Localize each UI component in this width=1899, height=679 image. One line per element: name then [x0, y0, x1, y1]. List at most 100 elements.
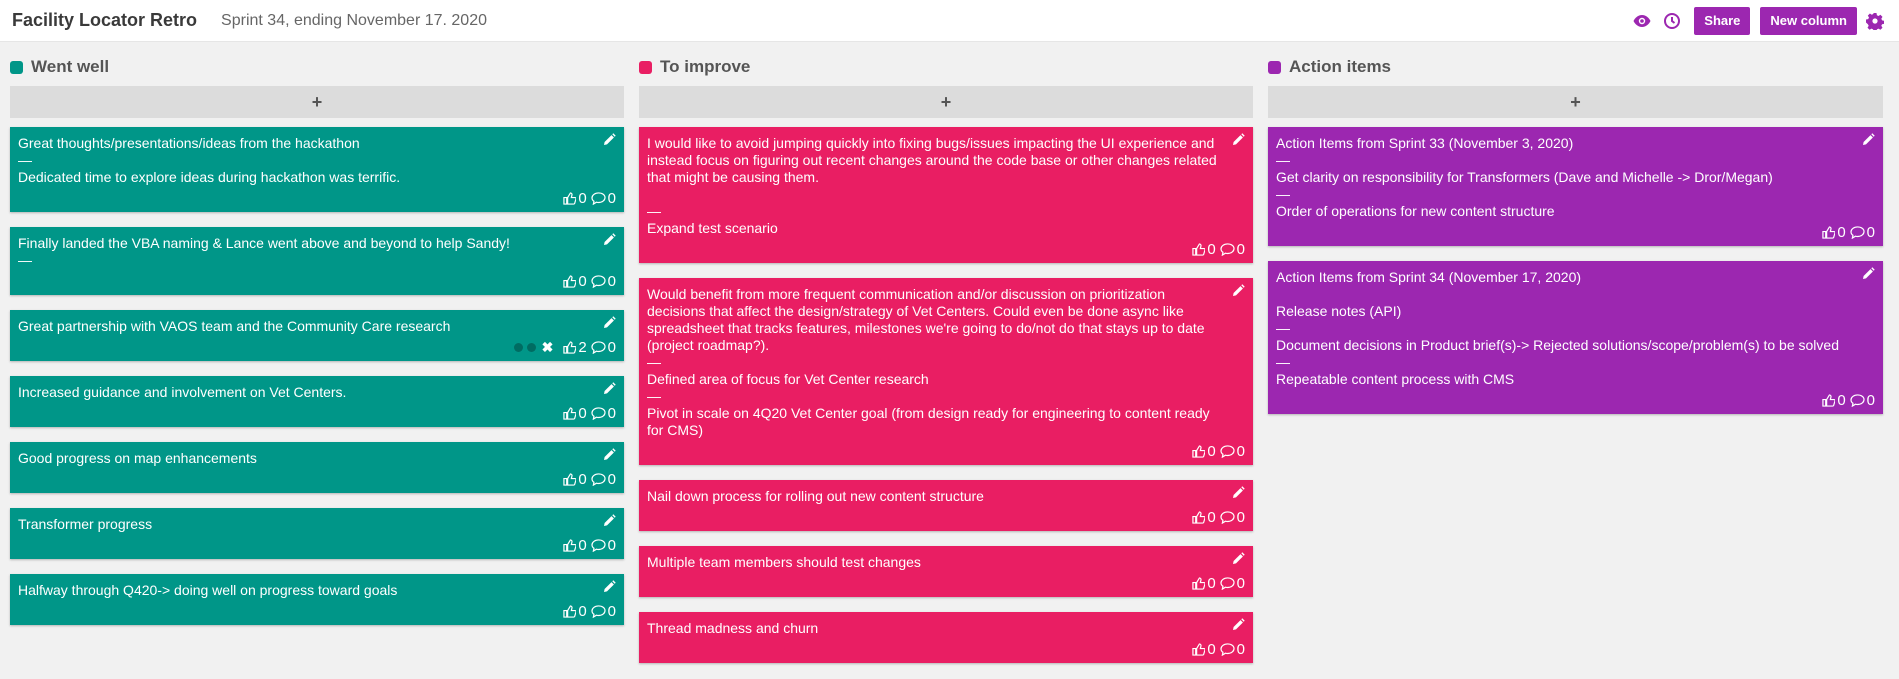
pencil-icon[interactable]: [1861, 133, 1875, 147]
comment-button[interactable]: 0: [591, 537, 616, 554]
pencil-icon[interactable]: [1231, 618, 1245, 632]
pencil-icon[interactable]: [602, 448, 616, 462]
comment-button[interactable]: 0: [1850, 392, 1875, 409]
comment-button[interactable]: 0: [591, 273, 616, 290]
retro-card[interactable]: Action Items from Sprint 34 (November 17…: [1268, 261, 1883, 414]
comment-button[interactable]: 0: [1220, 575, 1245, 592]
like-button[interactable]: 0: [1192, 575, 1216, 592]
comment-icon: [591, 472, 608, 486]
retro-card[interactable]: Great thoughts/presentations/ideas from …: [10, 127, 624, 212]
top-bar: Facility Locator Retro Sprint 34, ending…: [0, 0, 1899, 42]
comment-icon: [1220, 444, 1237, 458]
pencil-icon[interactable]: [602, 580, 616, 594]
like-button[interactable]: 0: [563, 272, 587, 290]
board-subtitle: Sprint 34, ending November 17. 2020: [221, 11, 487, 29]
card-text: Multiple team members should test change…: [647, 554, 1245, 571]
pencil-icon[interactable]: [602, 514, 616, 528]
thumbs-up-icon: [1192, 576, 1207, 590]
card-line: Order of operations for new content stru…: [1276, 203, 1555, 219]
like-button[interactable]: 0: [1192, 509, 1216, 526]
card-footer: 00: [647, 441, 1245, 461]
column-color-swatch: [639, 60, 652, 74]
comment-button[interactable]: 0: [1850, 224, 1875, 241]
card-line: —: [1276, 152, 1290, 168]
comment-count: 0: [1236, 508, 1245, 526]
retro-card[interactable]: I would like to avoid jumping quickly in…: [639, 127, 1253, 263]
comment-button[interactable]: 0: [591, 405, 616, 422]
like-count: 0: [1837, 391, 1846, 409]
add-card-button[interactable]: +: [1268, 86, 1883, 118]
gear-icon[interactable]: [1863, 9, 1887, 33]
card-text: Would benefit from more frequent communi…: [647, 286, 1245, 439]
like-button[interactable]: 0: [1192, 641, 1216, 658]
like-button[interactable]: 0: [1822, 391, 1846, 409]
pencil-icon[interactable]: [602, 316, 616, 330]
pencil-icon[interactable]: [1231, 552, 1245, 566]
card-text: Action Items from Sprint 33 (November 3,…: [1276, 135, 1875, 220]
new-column-button[interactable]: New column: [1760, 6, 1857, 35]
like-button[interactable]: 0: [1192, 241, 1216, 258]
card-footer: 00: [647, 573, 1245, 593]
comment-button[interactable]: 0: [591, 471, 616, 488]
comment-button[interactable]: 0: [1220, 241, 1245, 258]
comment-button[interactable]: 0: [1220, 641, 1245, 658]
retro-card[interactable]: Thread madness and churn 0 0: [639, 612, 1253, 663]
comment-button[interactable]: 0: [591, 339, 616, 356]
retro-card[interactable]: Multiple team members should test change…: [639, 546, 1253, 597]
comment-icon: [1220, 576, 1237, 590]
pencil-icon[interactable]: [1231, 486, 1245, 500]
retro-card[interactable]: Halfway through Q420-> doing well on pro…: [10, 574, 624, 625]
card-text: Transformer progress: [18, 516, 616, 533]
retro-card[interactable]: Finally landed the VBA naming & Lance we…: [10, 227, 624, 295]
retro-card[interactable]: Nail down process for rolling out new co…: [639, 480, 1253, 531]
like-button[interactable]: 0: [563, 536, 587, 554]
pencil-icon[interactable]: [1231, 133, 1245, 147]
comment-button[interactable]: 0: [591, 190, 616, 207]
card-line: Expand test scenario: [647, 220, 778, 236]
timer-icon[interactable]: [1660, 9, 1684, 33]
comment-button[interactable]: 0: [1220, 443, 1245, 460]
card-text: Great thoughts/presentations/ideas from …: [18, 135, 616, 186]
pencil-icon[interactable]: [602, 382, 616, 396]
like-button[interactable]: 0: [563, 603, 587, 620]
card-line: Nail down process for rolling out new co…: [647, 488, 984, 504]
like-count: 0: [578, 189, 587, 207]
pencil-icon[interactable]: [602, 233, 616, 247]
add-card-button[interactable]: +: [639, 86, 1253, 118]
retro-card[interactable]: Action Items from Sprint 33 (November 3,…: [1268, 127, 1883, 246]
thumbs-up-icon: [563, 604, 578, 618]
pencil-icon[interactable]: [1231, 284, 1245, 298]
like-button[interactable]: 0: [563, 189, 587, 207]
card-line: Multiple team members should test change…: [647, 554, 921, 570]
like-button[interactable]: 0: [1822, 224, 1846, 241]
retro-card[interactable]: Transformer progress 0 0: [10, 508, 624, 559]
share-button[interactable]: Share: [1694, 6, 1751, 35]
like-button[interactable]: 0: [563, 405, 587, 422]
thumbs-up-icon: [1822, 225, 1837, 239]
comment-button[interactable]: 0: [1220, 509, 1245, 526]
column-action-items: Action items + Action Items from Sprint 33…: [1268, 56, 1883, 678]
thumbs-up-icon: [563, 340, 578, 354]
comment-button[interactable]: 0: [591, 603, 616, 620]
like-button[interactable]: 0: [563, 471, 587, 488]
thumbs-up-icon: [563, 472, 578, 486]
retro-card[interactable]: Increased guidance and involvement on Ve…: [10, 376, 624, 427]
retro-card[interactable]: Good progress on map enhancements 0 0: [10, 442, 624, 493]
like-button[interactable]: 0: [1192, 443, 1216, 460]
like-count: 0: [578, 536, 587, 554]
retro-card[interactable]: Great partnership with VAOS team and the…: [10, 310, 624, 361]
like-count: 0: [578, 272, 587, 290]
column-to-improve: To improve + I would like to avoid jumping…: [639, 56, 1253, 678]
pencil-icon[interactable]: [602, 133, 616, 147]
pencil-icon[interactable]: [1861, 267, 1875, 281]
card-line: Transformer progress: [18, 516, 153, 532]
card-line: Great thoughts/presentations/ideas from …: [18, 135, 360, 151]
card-line: —: [1276, 320, 1290, 336]
like-count: 2: [578, 338, 587, 356]
add-card-button[interactable]: +: [10, 86, 624, 118]
close-icon[interactable]: ✖: [542, 339, 554, 356]
eye-icon[interactable]: [1630, 9, 1654, 33]
retro-card[interactable]: Would benefit from more frequent communi…: [639, 278, 1253, 465]
card-line: Would benefit from more frequent communi…: [647, 286, 1209, 353]
like-button[interactable]: 2: [563, 338, 587, 356]
